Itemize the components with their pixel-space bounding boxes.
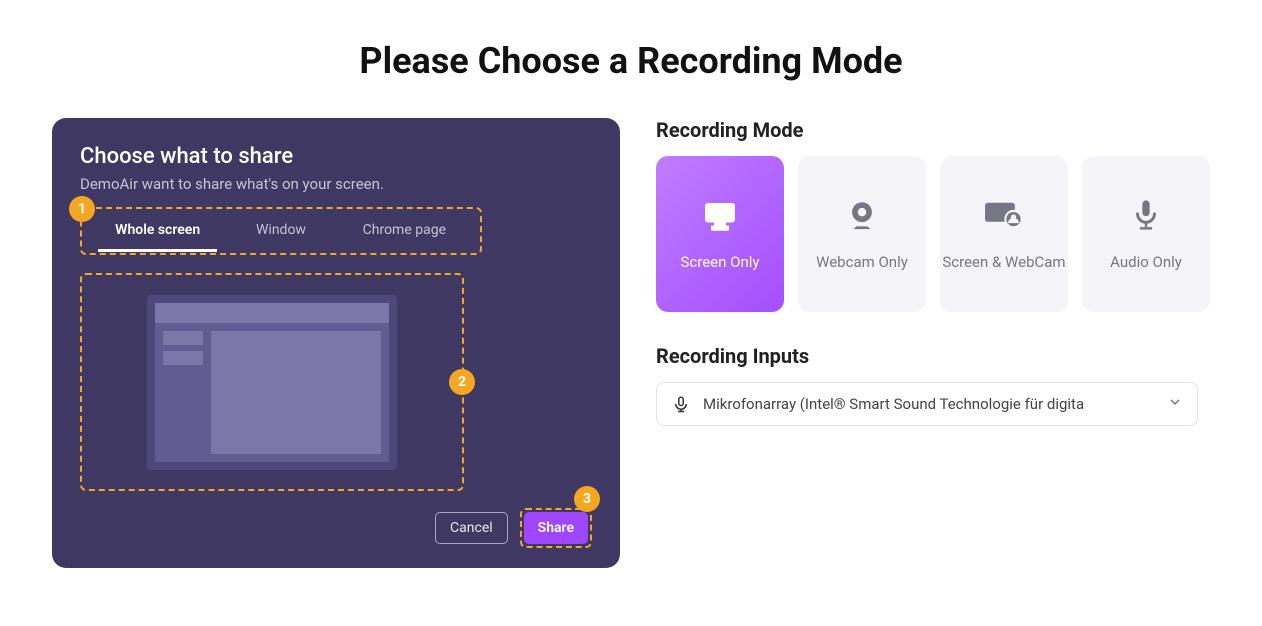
microphone-icon bbox=[1126, 195, 1166, 235]
mode-label: Audio Only bbox=[1110, 253, 1182, 273]
recording-mode-heading: Recording Mode bbox=[656, 118, 1210, 142]
tab-window[interactable]: Window bbox=[219, 222, 342, 240]
chevron-down-icon bbox=[1167, 394, 1183, 414]
recording-mode-options: Screen Only Webcam Only bbox=[656, 156, 1210, 312]
mode-label: Screen & WebCam bbox=[942, 253, 1065, 273]
cancel-button[interactable]: Cancel bbox=[435, 512, 508, 544]
step-badge-3: 3 bbox=[574, 486, 600, 512]
share-dialog: Choose what to share DemoAir want to sha… bbox=[52, 118, 620, 568]
share-dialog-subtitle: DemoAir want to share what's on your scr… bbox=[80, 175, 592, 193]
share-dialog-buttons: Cancel 3 Share bbox=[435, 508, 592, 548]
share-preview-highlight: 2 bbox=[80, 273, 464, 491]
mode-label: Webcam Only bbox=[816, 253, 908, 273]
share-button[interactable]: Share bbox=[524, 512, 588, 544]
microphone-select-value: Mikrofonarray (Intel® Smart Sound Techno… bbox=[703, 395, 1155, 413]
mode-screen-only[interactable]: Screen Only bbox=[656, 156, 784, 312]
page-title: Please Choose a Recording Mode bbox=[0, 40, 1262, 82]
mode-audio-only[interactable]: Audio Only bbox=[1082, 156, 1210, 312]
screen-webcam-icon bbox=[984, 195, 1024, 235]
webcam-icon bbox=[842, 195, 882, 235]
step-badge-1: 1 bbox=[69, 196, 95, 222]
share-button-highlight: 3 Share bbox=[520, 508, 592, 548]
tab-chrome-page[interactable]: Chrome page bbox=[343, 222, 466, 240]
tab-whole-screen[interactable]: Whole screen bbox=[96, 222, 219, 240]
microphone-select[interactable]: Mikrofonarray (Intel® Smart Sound Techno… bbox=[656, 382, 1198, 426]
share-dialog-title: Choose what to share bbox=[80, 144, 592, 169]
monitor-icon bbox=[700, 195, 740, 235]
mode-label: Screen Only bbox=[681, 253, 760, 273]
step-badge-2: 2 bbox=[449, 369, 475, 395]
microphone-icon bbox=[671, 394, 691, 414]
share-tabs-highlight: 1 Whole screen Window Chrome page bbox=[80, 207, 482, 255]
screen-thumbnail[interactable] bbox=[147, 295, 397, 470]
mode-webcam-only[interactable]: Webcam Only bbox=[798, 156, 926, 312]
recording-inputs-heading: Recording Inputs bbox=[656, 344, 1210, 368]
mode-screen-webcam[interactable]: Screen & WebCam bbox=[940, 156, 1068, 312]
